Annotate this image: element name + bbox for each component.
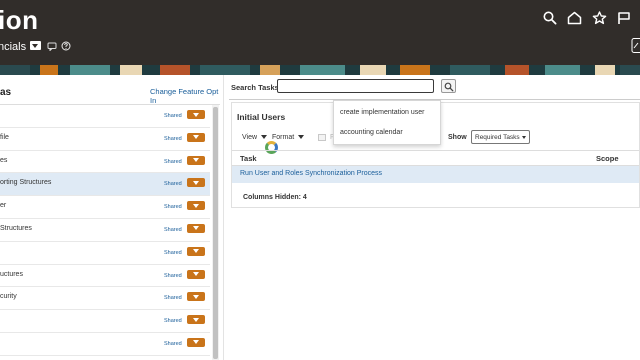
list-item-label[interactable]: curity bbox=[0, 293, 17, 300]
list-item-label[interactable]: Structures bbox=[0, 225, 32, 232]
table-row[interactable]: Run User and Roles Synchronization Proce… bbox=[232, 166, 639, 183]
row-actions-button[interactable] bbox=[187, 292, 205, 302]
chevron-down-icon bbox=[261, 135, 268, 140]
panel-title: as bbox=[0, 87, 12, 98]
edit-icon[interactable] bbox=[628, 38, 640, 53]
search-suggestions-dropdown: create implementation user accounting ca… bbox=[333, 100, 441, 145]
feature-areas-panel: as Change Feature Opt In Shared file Share… bbox=[0, 75, 224, 360]
shared-status-label: Shared bbox=[164, 181, 182, 188]
search-button[interactable] bbox=[441, 79, 456, 93]
shared-status-label: Shared bbox=[164, 272, 182, 279]
list-item[interactable]: es Shared bbox=[0, 150, 210, 174]
list-item[interactable]: uctures Shared bbox=[0, 264, 210, 288]
change-feature-opt-in-link[interactable]: Change Feature Opt In bbox=[150, 87, 223, 105]
shared-status-label: Shared bbox=[164, 249, 182, 256]
list-item[interactable]: Shared bbox=[0, 310, 210, 333]
brand-logo-text: ion bbox=[0, 5, 39, 35]
table-title: Initial Users bbox=[237, 112, 286, 122]
chevron-down-icon bbox=[522, 136, 526, 139]
list-item[interactable]: Shared bbox=[0, 241, 210, 265]
view-menu-label: View bbox=[242, 134, 258, 141]
column-header-task[interactable]: Task bbox=[240, 154, 257, 163]
show-filter-value: Required Tasks bbox=[475, 134, 520, 141]
list-item-label[interactable]: es bbox=[0, 157, 7, 164]
flag-icon[interactable] bbox=[617, 11, 631, 25]
row-actions-button[interactable] bbox=[187, 201, 205, 211]
format-menu[interactable]: Format bbox=[272, 134, 305, 141]
suggestion-item[interactable]: create implementation user bbox=[340, 109, 424, 116]
columns-hidden-status: Columns Hidden: 4 bbox=[243, 194, 307, 201]
view-menu[interactable]: View bbox=[242, 134, 268, 141]
shared-status-label: Shared bbox=[164, 340, 182, 347]
search-icon bbox=[444, 82, 454, 92]
freeze-checkbox[interactable] bbox=[318, 134, 326, 141]
home-icon[interactable] bbox=[567, 11, 582, 25]
feature-area-list: Shared file Shared es Shared orting Structure… bbox=[0, 105, 210, 356]
row-actions-button[interactable] bbox=[187, 132, 205, 142]
panel-scrollbar-thumb[interactable] bbox=[213, 107, 218, 359]
table-header-row: Task Scope bbox=[232, 150, 639, 166]
chat-icon[interactable] bbox=[47, 42, 57, 51]
favorites-star-icon[interactable] bbox=[592, 11, 607, 25]
help-icon[interactable] bbox=[61, 41, 71, 51]
row-actions-button[interactable] bbox=[187, 110, 205, 119]
row-actions-button[interactable] bbox=[187, 246, 205, 256]
list-item-label[interactable]: orting Structures bbox=[0, 179, 51, 186]
row-actions-button[interactable] bbox=[187, 178, 205, 188]
list-item[interactable]: orting Structures Shared bbox=[0, 173, 210, 197]
show-filter-label: Show bbox=[448, 134, 467, 141]
application-name: ncials bbox=[0, 41, 27, 53]
shared-status-label: Shared bbox=[164, 226, 182, 233]
column-header-scope[interactable]: Scope bbox=[596, 154, 619, 163]
list-item[interactable]: Shared bbox=[0, 105, 210, 128]
shared-status-label: Shared bbox=[164, 295, 182, 302]
list-item[interactable]: file Shared bbox=[0, 127, 210, 151]
chevron-down-icon bbox=[298, 135, 305, 140]
row-actions-button[interactable] bbox=[187, 269, 205, 279]
search-icon[interactable] bbox=[543, 11, 557, 25]
suggestion-item[interactable]: accounting calendar bbox=[340, 129, 403, 136]
list-item-label[interactable]: er bbox=[0, 202, 6, 209]
decorative-banner bbox=[0, 65, 640, 75]
search-tasks-input[interactable] bbox=[277, 79, 434, 93]
list-item[interactable]: Structures Shared bbox=[0, 218, 210, 242]
shared-status-label: Shared bbox=[164, 135, 182, 142]
shared-status-label: Shared bbox=[164, 204, 182, 211]
list-item[interactable]: curity Shared bbox=[0, 287, 210, 311]
row-actions-button[interactable] bbox=[187, 337, 205, 347]
row-actions-button[interactable] bbox=[187, 315, 205, 325]
shared-status-label: Shared bbox=[164, 158, 182, 165]
row-actions-button[interactable] bbox=[187, 223, 205, 233]
app-menu-caret-icon[interactable] bbox=[30, 41, 41, 50]
search-tasks-label: Search Tasks bbox=[231, 83, 279, 92]
global-header: ion ncials bbox=[0, 0, 640, 65]
show-filter-select[interactable]: Required Tasks bbox=[471, 130, 530, 144]
format-menu-label: Format bbox=[272, 134, 295, 141]
list-item[interactable]: er Shared bbox=[0, 196, 210, 219]
list-item-label[interactable]: file bbox=[0, 134, 9, 141]
task-link[interactable]: Run User and Roles Synchronization Proce… bbox=[240, 170, 382, 177]
shared-status-label: Shared bbox=[164, 113, 182, 119]
list-item[interactable]: Shared bbox=[0, 332, 210, 356]
shared-status-label: Shared bbox=[164, 318, 182, 325]
list-item-label[interactable]: uctures bbox=[0, 271, 23, 278]
row-actions-button[interactable] bbox=[187, 155, 205, 165]
